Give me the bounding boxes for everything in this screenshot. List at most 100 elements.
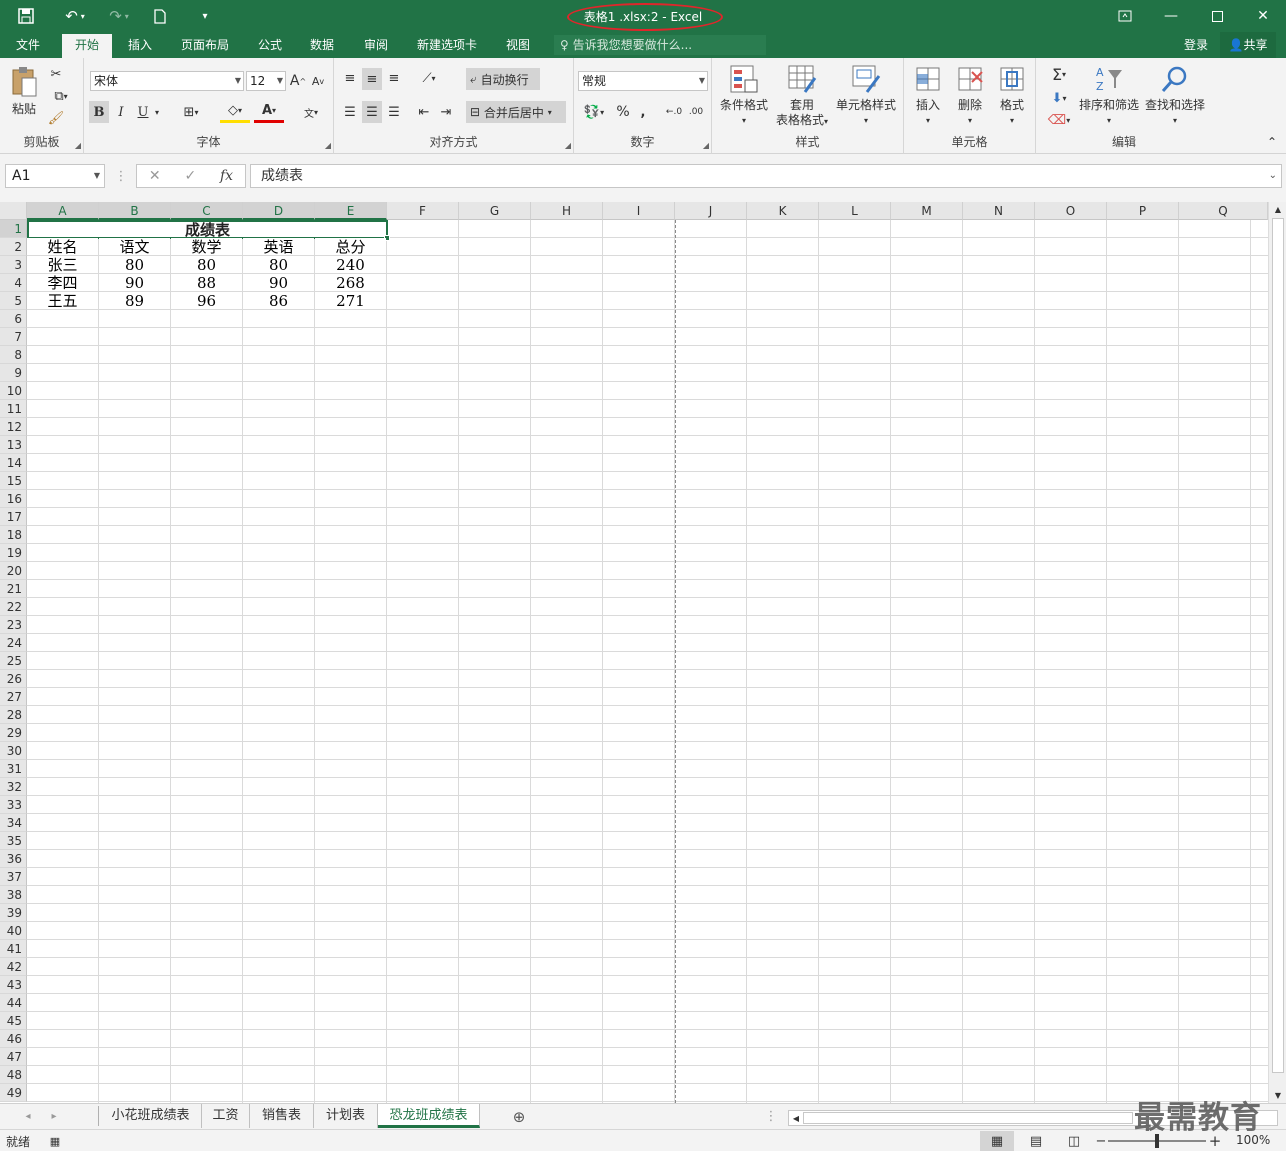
row-header[interactable]: 32 [0,778,27,796]
column-header[interactable]: K [747,202,819,220]
row-header[interactable]: 11 [0,400,27,418]
row-header[interactable]: 15 [0,472,27,490]
cell[interactable]: 张三 [27,256,98,274]
row-header[interactable]: 12 [0,418,27,436]
row-header[interactable]: 40 [0,922,27,940]
chevron-down-icon[interactable]: ▾ [152,101,162,123]
select-all-corner[interactable] [0,202,27,220]
column-header[interactable]: J [675,202,747,220]
macro-record-icon[interactable]: ▦ [46,1133,64,1149]
column-header[interactable]: A [27,202,99,220]
row-header[interactable]: 7 [0,328,27,346]
tab-view[interactable]: 视图 [496,32,540,58]
row-header[interactable]: 22 [0,598,27,616]
tab-insert[interactable]: 插入 [118,32,162,58]
font-color-icon[interactable]: A ▾ [254,101,284,123]
cell[interactable]: 王五 [27,292,98,310]
cell[interactable]: 86 [243,292,314,310]
column-header[interactable]: P [1107,202,1179,220]
column-header[interactable]: B [99,202,171,220]
tab-file[interactable]: 文件 [6,32,50,58]
orientation-icon[interactable]: ⟋ ▾ [414,68,444,88]
align-bottom-icon[interactable]: ≡ [384,68,404,88]
align-center-icon[interactable]: ☰ [362,101,382,123]
column-header[interactable]: G [459,202,531,220]
row-header[interactable]: 14 [0,454,27,472]
decrease-decimal-icon[interactable]: .00 [686,101,706,123]
comma-button[interactable]: , [636,101,650,123]
row-header[interactable]: 19 [0,544,27,562]
prev-sheet-icon[interactable]: ◂ [20,1108,36,1124]
align-middle-icon[interactable]: ≡ [362,68,382,90]
row-header[interactable]: 24 [0,634,27,652]
merged-title-cell[interactable]: 成绩表 [27,220,388,239]
page-layout-view-icon[interactable]: ▤ [1022,1131,1050,1151]
underline-button[interactable]: U [134,101,152,123]
cell[interactable]: 240 [315,256,386,274]
zoom-out-icon[interactable]: − [1094,1131,1108,1151]
merge-center-button[interactable]: ⊟ 合并后居中 ▾ [466,101,566,123]
close-icon[interactable]: ✕ [1240,0,1286,32]
row-header[interactable]: 33 [0,796,27,814]
splitter-icon[interactable]: ⋮ [765,1108,778,1124]
cell[interactable]: 271 [315,292,386,310]
horizontal-scroll-thumb[interactable] [803,1112,1133,1124]
conditional-format-button[interactable]: 条件格式 ▾ [716,64,772,128]
row-header[interactable]: 16 [0,490,27,508]
cell[interactable]: 80 [171,256,242,274]
sheet-tab[interactable]: 小花班成绩表 [100,1104,202,1128]
cell[interactable]: 90 [243,274,314,292]
tab-page-layout[interactable]: 页面布局 [172,32,238,58]
row-header[interactable]: 43 [0,976,27,994]
row-header[interactable]: 2 [0,238,27,256]
cell-styles-button[interactable]: 单元格样式 ▾ [832,64,900,128]
row-header[interactable]: 42 [0,958,27,976]
scroll-left-icon[interactable]: ◀ [790,1112,802,1124]
normal-view-icon[interactable]: ▦ [980,1131,1014,1151]
row-header[interactable]: 37 [0,868,27,886]
row-header[interactable]: 28 [0,706,27,724]
row-header[interactable]: 35 [0,832,27,850]
row-header[interactable]: 6 [0,310,27,328]
column-header[interactable]: E [315,202,387,220]
increase-decimal-icon[interactable]: ←.0 [664,101,684,123]
dialog-launcher-icon[interactable]: ◢ [325,141,331,150]
page-break-view-icon[interactable]: ◫ [1060,1131,1088,1151]
row-header[interactable]: 1 [0,220,27,238]
column-header[interactable]: L [819,202,891,220]
row-header[interactable]: 47 [0,1048,27,1066]
sheet-tab[interactable]: 计划表 [314,1104,378,1128]
row-header[interactable]: 13 [0,436,27,454]
fill-color-icon[interactable]: ◇ ▾ [220,101,250,123]
column-header[interactable]: H [531,202,603,220]
font-size-select[interactable]: 12 ▼ [246,71,286,91]
row-header[interactable]: 48 [0,1066,27,1084]
align-top-icon[interactable]: ≡ [340,68,360,88]
row-header[interactable]: 46 [0,1030,27,1048]
sheet-tab[interactable]: 销售表 [250,1104,314,1128]
cell[interactable]: 268 [315,274,386,292]
worksheet-grid[interactable]: ABCDEFGHIJKLMNOPQ 1 2 3 4 5 6 7 8 9 10 11 12 13 14 15 1… [0,202,1268,1103]
next-sheet-icon[interactable]: ▸ [46,1108,62,1124]
dialog-launcher-icon[interactable]: ◢ [703,141,709,150]
align-left-icon[interactable]: ☰ [340,101,360,123]
column-header[interactable]: O [1035,202,1107,220]
tab-data[interactable]: 数据 [300,32,344,58]
row-header[interactable]: 17 [0,508,27,526]
row-header[interactable]: 4 [0,274,27,292]
row-header[interactable]: 26 [0,670,27,688]
increase-font-icon[interactable]: A ^ [290,71,306,91]
cell[interactable]: 80 [99,256,170,274]
insert-cells-button[interactable]: 插入 ▾ [908,64,948,128]
cell[interactable]: 英语 [243,238,314,256]
currency-icon[interactable]: 💱 ▾ [578,101,610,123]
decrease-indent-icon[interactable]: ⇤ [414,101,434,123]
scroll-down-icon[interactable]: ▼ [1272,1089,1284,1101]
autosum-icon[interactable]: Σ ▾ [1044,64,1074,84]
vertical-scrollbar[interactable]: ▲ ▼ [1268,202,1286,1103]
row-header[interactable]: 44 [0,994,27,1012]
row-header[interactable]: 36 [0,850,27,868]
row-header[interactable]: 3 [0,256,27,274]
wrap-text-button[interactable]: ⤶ 自动换行 [466,68,540,90]
collapse-ribbon-icon[interactable]: ⌃ [1264,134,1280,150]
